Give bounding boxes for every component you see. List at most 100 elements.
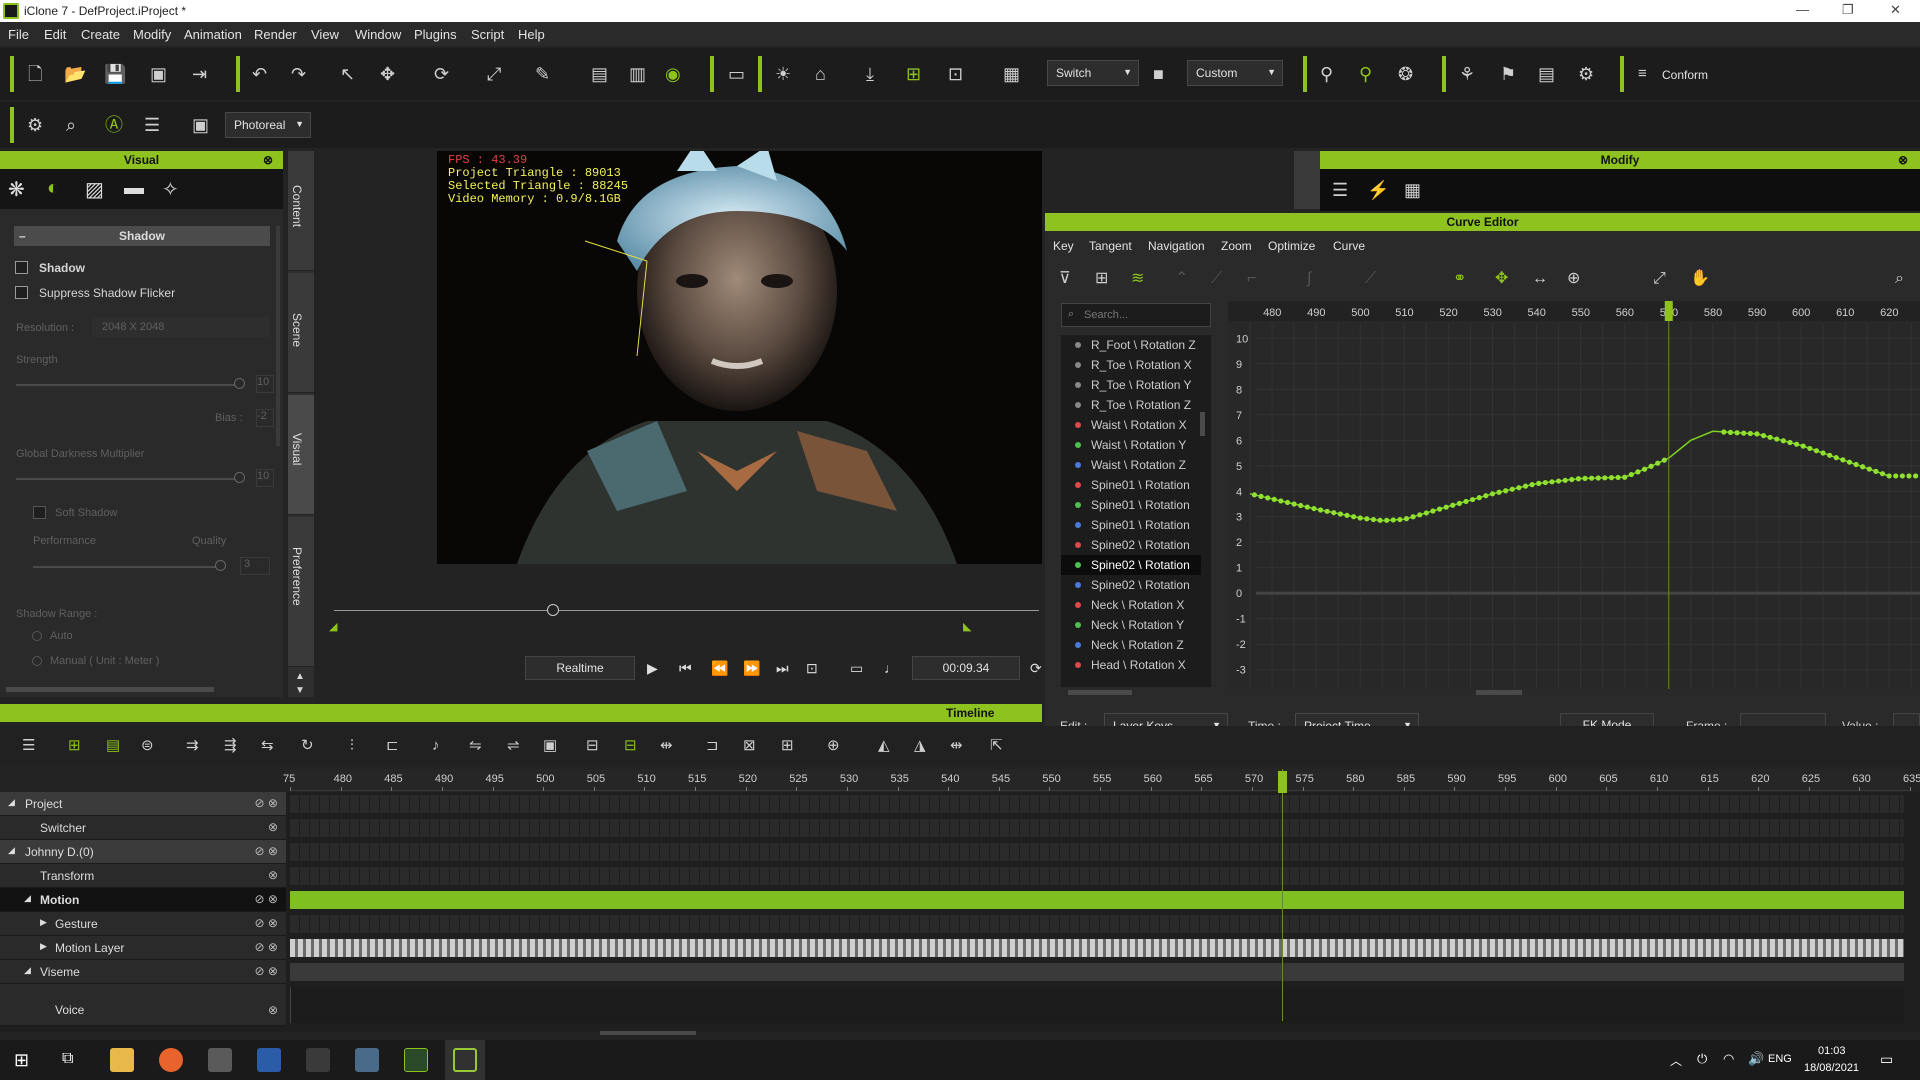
collect-clip-icon[interactable]: ▣: [543, 737, 557, 755]
channel-item[interactable]: Spine02 \ Rotation: [1061, 575, 1201, 595]
atmosphere-icon[interactable]: ❋: [8, 177, 25, 202]
network-icon[interactable]: ◠: [1723, 1051, 1734, 1067]
audio-icon[interactable]: ♪: [432, 737, 440, 755]
strength-slider[interactable]: [16, 384, 242, 386]
tangent-linear-icon[interactable]: ⟋: [1211, 270, 1222, 288]
subtitle-icon[interactable]: ▭: [850, 660, 863, 677]
snap-icon[interactable]: ✎: [535, 65, 550, 83]
channel-search-input[interactable]: Search...: [1061, 303, 1211, 327]
power-icon[interactable]: ⏻: [1697, 1051, 1707, 1067]
transition-icon[interactable]: ⇋: [469, 737, 482, 755]
time-slider-knob[interactable]: [547, 604, 559, 616]
fit-view-icon[interactable]: ⤢: [1653, 270, 1666, 288]
menu-edit[interactable]: Edit: [44, 27, 66, 42]
clip-icon[interactable]: ▤: [106, 737, 120, 755]
track-toggle-icon[interactable]: ⊘ ⊗: [255, 964, 278, 978]
menu-render[interactable]: Render: [254, 27, 297, 42]
visual-scrollbar[interactable]: [276, 226, 280, 446]
panel-close-icon[interactable]: ⊗: [263, 151, 273, 169]
shadow-tab-icon[interactable]: ◐: [47, 177, 59, 200]
go-start-icon[interactable]: ⏮: [679, 660, 692, 677]
track-toggle-icon[interactable]: ⊘ ⊗: [255, 892, 278, 906]
expand-toggle-icon[interactable]: ▶: [40, 941, 47, 952]
bounding-icon[interactable]: ⊡: [948, 65, 963, 83]
channel-item[interactable]: Spine01 \ Rotation: [1061, 475, 1201, 495]
track-lane[interactable]: [290, 819, 1904, 837]
channel-item[interactable]: Head \ Rotation X: [1061, 655, 1201, 675]
bias-value[interactable]: -2: [256, 409, 274, 427]
resolution-select[interactable]: 2048 X 2048: [92, 317, 270, 337]
track-header[interactable]: ◢ Project ⊘ ⊗: [0, 792, 286, 816]
align-icon[interactable]: ▤: [591, 65, 608, 83]
move-icon[interactable]: ✥: [380, 65, 395, 83]
open-folder-icon[interactable]: 📂: [64, 65, 86, 83]
track-toggle-icon[interactable]: ⊘ ⊗: [255, 844, 278, 858]
curve-graph-svg[interactable]: 480 490 500 510 520 530 540 550 560 5 7 0 580 590 600 6…: [1228, 301, 1920, 689]
expand-toggle-icon[interactable]: ◢: [24, 893, 31, 904]
clock-date[interactable]: 18/08/2021: [1804, 1062, 1859, 1074]
distribute-icon[interactable]: ▥: [629, 65, 646, 83]
insert-icon[interactable]: ⇉: [186, 737, 199, 755]
clipboard-icon[interactable]: ▤: [1538, 65, 1555, 83]
conform-button[interactable]: Conform: [1662, 68, 1708, 82]
menu-curve[interactable]: Curve: [1333, 239, 1365, 253]
character-creator-icon[interactable]: [404, 1048, 428, 1072]
expand-toggle-icon[interactable]: ◢: [8, 797, 15, 808]
layers-icon[interactable]: ≋: [1131, 270, 1144, 288]
track-header[interactable]: Transform ⊗: [0, 864, 286, 888]
timeline-ruler[interactable]: 75 480 485 490 495 500 505 510 515 520 525 530 535 54…: [283, 769, 1920, 791]
channel-item[interactable]: Spine01 \ Rotation: [1061, 515, 1201, 535]
range-end-marker[interactable]: ◣: [963, 620, 971, 633]
show-icon[interactable]: ⊜: [141, 737, 154, 755]
channel-item[interactable]: Neck \ Rotation Y: [1061, 615, 1201, 635]
modify-motion-icon[interactable]: ⚡: [1367, 181, 1389, 199]
bone-icon[interactable]: ⚲: [1320, 65, 1333, 83]
expand-toggle-icon[interactable]: ◢: [24, 965, 31, 976]
flatten-icon[interactable]: ⊞: [781, 737, 794, 755]
clock-time[interactable]: 01:03: [1818, 1045, 1846, 1057]
collapse-icon[interactable]: –: [19, 226, 26, 246]
menu-create[interactable]: Create: [81, 27, 120, 42]
delete-key-icon[interactable]: ⇆: [261, 737, 274, 755]
volume-icon[interactable]: 🔊: [1748, 1051, 1764, 1067]
track-lane[interactable]: [290, 891, 1904, 909]
fit-range-icon[interactable]: ⊟: [586, 737, 599, 755]
word-icon[interactable]: [257, 1048, 281, 1072]
menu-file[interactable]: File: [8, 27, 29, 42]
tab-preference[interactable]: Preference: [288, 517, 314, 667]
suppress-flicker-checkbox[interactable]: [15, 286, 28, 299]
strength-value[interactable]: 10: [256, 375, 274, 393]
darkness-slider[interactable]: [16, 478, 242, 480]
track-lane[interactable]: [290, 795, 1904, 813]
channel-item[interactable]: Waist \ Rotation Z: [1061, 455, 1201, 475]
menu-help[interactable]: Help: [518, 27, 545, 42]
render-visual-icon[interactable]: ⚙: [27, 116, 43, 134]
render-tab-icon[interactable]: ▬: [124, 177, 144, 200]
visual-hscrollbar[interactable]: [6, 687, 214, 692]
frame-icon[interactable]: ▣: [192, 116, 209, 134]
tab-scene[interactable]: Scene: [288, 273, 314, 393]
tab-content[interactable]: Content: [288, 151, 314, 271]
insert-key-icon[interactable]: ⊕: [1567, 270, 1580, 288]
rotate-icon[interactable]: ⟳: [434, 65, 449, 83]
go-end-icon[interactable]: ⏭: [776, 660, 789, 677]
menu-plugins[interactable]: Plugins: [414, 27, 457, 42]
export-clip-icon[interactable]: ⇱: [990, 737, 1003, 755]
channel-list[interactable]: R_Foot \ Rotation Z R_Toe \ Rotation X R_T…: [1061, 335, 1211, 687]
shadow-checkbox[interactable]: [15, 261, 28, 274]
quality-slider[interactable]: [33, 566, 223, 568]
loop-clip-icon[interactable]: ↻: [301, 737, 314, 755]
3d-viewport[interactable]: [437, 151, 1042, 564]
tool-icon[interactable]: [208, 1048, 232, 1072]
screen-icon[interactable]: [355, 1048, 379, 1072]
hierarchy-icon[interactable]: ⊞: [1095, 270, 1108, 288]
adjust-icon[interactable]: ☰: [144, 116, 160, 134]
track-toggle-icon[interactable]: ⊘ ⊗: [255, 916, 278, 930]
start-icon[interactable]: ⊞: [14, 1050, 29, 1071]
track-toggle-icon[interactable]: ⊗: [268, 820, 278, 834]
scroll-down-icon[interactable]: ▼: [295, 685, 305, 696]
track-header[interactable]: Voice ⊗: [0, 984, 286, 1026]
track-toggle-icon[interactable]: ⊘ ⊗: [255, 940, 278, 954]
move-keys-icon[interactable]: ✥: [1495, 270, 1508, 288]
scale-time-icon[interactable]: ↔: [1532, 270, 1548, 288]
